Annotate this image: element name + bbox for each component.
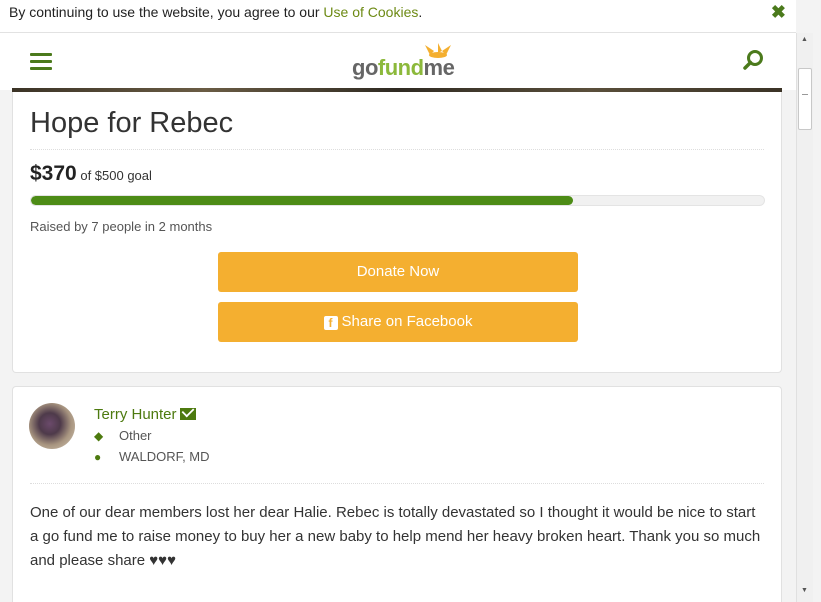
raised-summary: $370 of $500 goal (30, 162, 152, 186)
cookie-text: By continuing to use the website, you ag… (9, 4, 324, 20)
cookie-policy-link[interactable]: Use of Cookies (323, 4, 418, 20)
page-scrollbar[interactable]: ▲ ▼ (796, 33, 813, 602)
gofundme-logo[interactable]: gofundme (352, 43, 462, 80)
category-label[interactable]: Other (119, 428, 152, 443)
menu-icon[interactable] (30, 53, 52, 70)
scroll-down-arrow-icon[interactable]: ▼ (801, 587, 808, 594)
share-label: Share on Facebook (341, 313, 473, 330)
divider (30, 149, 764, 150)
cookie-suffix: . (418, 4, 423, 20)
site-header: gofundme (0, 33, 796, 90)
scroll-up-arrow-icon[interactable]: ▲ (801, 36, 808, 43)
divider (30, 483, 764, 484)
raised-by-text: Raised by 7 people in 2 months (30, 219, 213, 234)
share-facebook-button[interactable]: f Share on Facebook (218, 302, 578, 342)
facebook-icon: f (323, 316, 338, 330)
avatar[interactable] (29, 403, 75, 449)
cookie-bar: By continuing to use the website, you ag… (0, 0, 796, 33)
tag-icon: ◆ (94, 429, 104, 443)
progress-fill (31, 196, 574, 205)
campaign-title: Hope for Rebec (30, 107, 234, 139)
organizer-name: Terry Hunter (94, 406, 177, 423)
campaign-card: Hope for Rebec $370 of $500 goal Raised … (12, 92, 782, 373)
window-edge (813, 0, 821, 602)
map-marker-icon: ● (94, 450, 102, 464)
goal-text: of $500 goal (80, 168, 152, 183)
search-icon[interactable] (742, 48, 766, 72)
raised-amount: $370 (30, 162, 77, 185)
location-row: ● WALDORF, MD (94, 449, 210, 464)
campaign-story: One of our dear members lost her dear Ha… (30, 504, 761, 569)
close-icon[interactable]: ✖ (771, 2, 786, 23)
scroll-thumb[interactable] (798, 68, 812, 130)
progress-bar (30, 195, 765, 206)
mail-icon[interactable] (179, 408, 196, 420)
donate-button[interactable]: Donate Now (218, 252, 578, 292)
organizer-card: Terry Hunter ◆ Other ● WALDORF, MD One of … (12, 386, 782, 602)
category-row: ◆ Other (94, 428, 152, 443)
logo-text: gofundme (352, 55, 455, 80)
location-label: WALDORF, MD (119, 449, 210, 464)
organizer-link[interactable]: Terry Hunter (94, 406, 196, 423)
